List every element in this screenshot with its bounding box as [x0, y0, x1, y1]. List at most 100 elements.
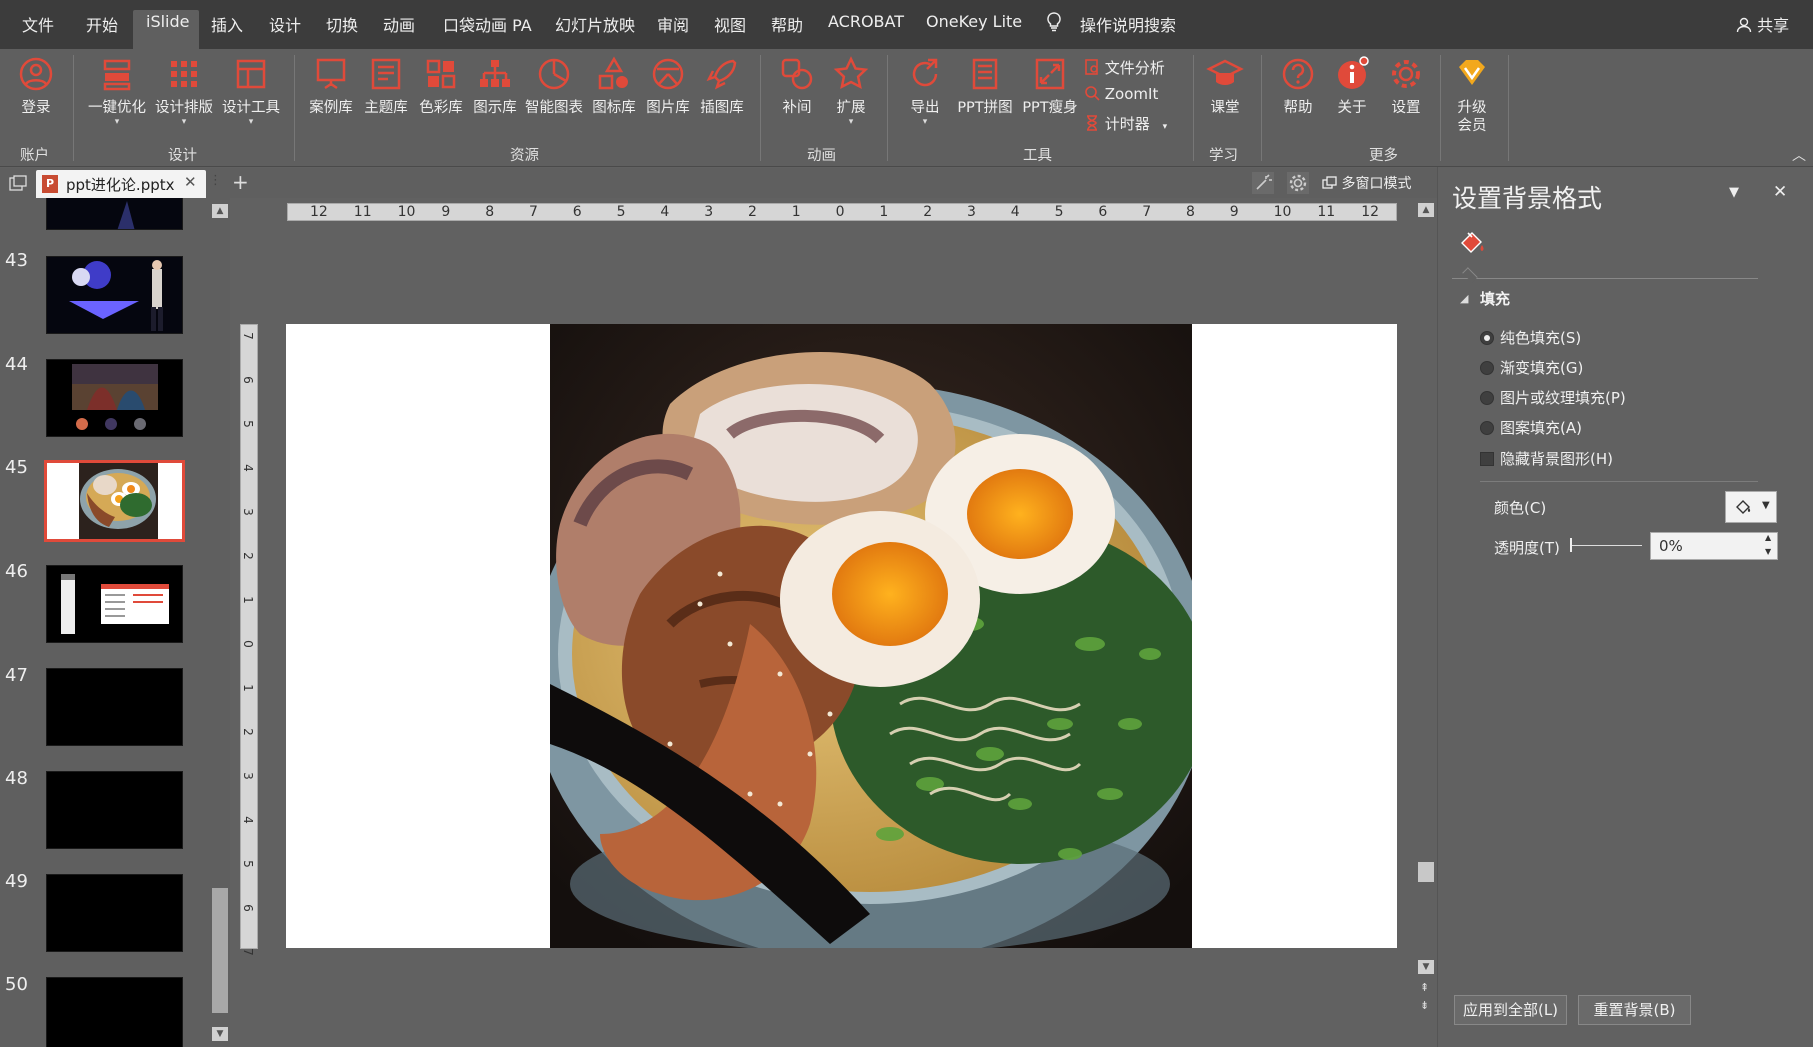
pane-title: 设置背景格式: [1452, 184, 1603, 213]
ppt-collage-button[interactable]: PPT拼图: [953, 55, 1017, 117]
menu-review[interactable]: 审阅: [657, 12, 689, 36]
export-button[interactable]: 导出 ▾: [903, 55, 947, 127]
file-analysis-button[interactable]: 文件分析: [1084, 57, 1165, 78]
reset-background-button[interactable]: 重置背景(B): [1578, 995, 1691, 1025]
menu-pocket-animation[interactable]: 口袋动画 PA: [443, 12, 532, 36]
scroll-down-arrow-icon[interactable]: ▼: [1418, 960, 1434, 974]
menu-home[interactable]: 开始: [86, 12, 118, 36]
menu-islide[interactable]: iSlide: [146, 12, 190, 31]
menu-file[interactable]: 文件: [22, 12, 54, 36]
extend-button[interactable]: 扩展 ▾: [829, 55, 873, 127]
radio-selected[interactable]: [1480, 331, 1494, 345]
menu-help[interactable]: 帮助: [771, 12, 803, 36]
pattern-fill-option[interactable]: 图案填充(A): [1480, 417, 1582, 438]
slide-thumbnail-44[interactable]: [46, 359, 183, 437]
ppt-slim-button[interactable]: PPT瘦身: [1018, 55, 1082, 117]
upgrade-member-button[interactable]: 升级 会员: [1450, 55, 1494, 135]
more-options-icon[interactable]: ⋮: [209, 173, 222, 188]
case-library-button[interactable]: 案例库: [306, 55, 356, 117]
tween-button[interactable]: 补间: [775, 55, 819, 117]
tab-settings-icon[interactable]: [1287, 172, 1309, 194]
help-button[interactable]: 帮助: [1276, 55, 1320, 117]
close-tab-icon[interactable]: ✕: [184, 173, 197, 191]
scroll-up-arrow-icon[interactable]: ▲: [212, 204, 228, 218]
user-circle-icon: [19, 57, 53, 91]
timer-button[interactable]: 计时器 ▾: [1084, 113, 1167, 134]
about-button[interactable]: 关于: [1330, 55, 1374, 117]
apply-to-all-button[interactable]: 应用到全部(L): [1454, 995, 1567, 1025]
fill-bucket-icon[interactable]: [1458, 229, 1486, 257]
menu-design[interactable]: 设计: [269, 12, 301, 36]
ramen-photo[interactable]: [550, 324, 1192, 948]
color-library-button[interactable]: 色彩库: [416, 55, 466, 117]
icon-library-button[interactable]: 图标库: [589, 55, 639, 117]
slide-thumbnail-47[interactable]: [46, 668, 183, 746]
icon-library-label: 图标库: [592, 100, 636, 116]
menu-transitions[interactable]: 切换: [326, 12, 358, 36]
collapse-triangle-icon[interactable]: ◢: [1460, 292, 1468, 305]
menu-view[interactable]: 视图: [714, 12, 746, 36]
radio-button[interactable]: [1480, 361, 1494, 375]
magic-icon[interactable]: [1252, 172, 1274, 194]
image-library-button[interactable]: 图片库: [643, 55, 693, 117]
radio-button[interactable]: [1480, 421, 1494, 435]
checkbox[interactable]: [1480, 452, 1494, 466]
transparency-slider-handle[interactable]: [1570, 538, 1572, 552]
scroll-down-arrow-icon[interactable]: ▼: [212, 1027, 228, 1041]
multi-window-mode-button[interactable]: 多窗口模式: [1322, 173, 1411, 193]
classroom-button[interactable]: 课堂: [1203, 55, 1247, 117]
scrollbar-thumb[interactable]: [212, 888, 228, 1013]
slide-thumbnail-49[interactable]: [46, 874, 183, 952]
hide-background-graphics-option[interactable]: 隐藏背景图形(H): [1480, 448, 1613, 469]
ruler-tick-label: 7: [240, 948, 255, 956]
color-picker-button[interactable]: ▼: [1725, 491, 1777, 523]
thumbnail-scrollbar[interactable]: ▲ ▼: [210, 198, 230, 1047]
slide-thumbnail-46[interactable]: [46, 565, 183, 643]
menu-animations[interactable]: 动画: [383, 12, 415, 36]
design-tools-button[interactable]: 设计工具 ▾: [218, 55, 284, 127]
spinner-down-icon[interactable]: ▼: [1765, 547, 1771, 556]
tab-list-icon[interactable]: [9, 175, 27, 191]
slide-thumbnail-50[interactable]: [46, 977, 183, 1047]
scroll-up-arrow-icon[interactable]: ▲: [1418, 203, 1434, 217]
one-click-optimize-button[interactable]: 一键优化 ▾: [84, 55, 150, 127]
collapse-ribbon-icon[interactable]: ︿: [1792, 145, 1806, 165]
menu-insert[interactable]: 插入: [211, 12, 243, 36]
previous-slide-icon[interactable]: ⇞: [1420, 981, 1429, 994]
fill-section-header[interactable]: 填充: [1480, 288, 1510, 309]
slide-thumbnail-48[interactable]: [46, 771, 183, 849]
editor-scrollbar[interactable]: ▲ ▼ ⇞ ⇟: [1415, 198, 1437, 1047]
pane-options-icon[interactable]: ▼: [1729, 185, 1739, 200]
document-tab[interactable]: P ppt进化论.pptx ✕ ⋮: [36, 170, 222, 198]
spinner-up-icon[interactable]: ▲: [1765, 533, 1771, 542]
picture-fill-option[interactable]: 图片或纹理填充(P): [1480, 387, 1626, 408]
radio-button[interactable]: [1480, 391, 1494, 405]
add-tab-button[interactable]: +: [232, 170, 249, 194]
next-slide-icon[interactable]: ⇟: [1420, 999, 1429, 1012]
scrollbar-thumb[interactable]: [1418, 862, 1434, 882]
slide-canvas[interactable]: [286, 324, 1397, 948]
search-tell-me[interactable]: 操作说明搜索: [1080, 12, 1176, 36]
share-button[interactable]: 共享: [1736, 12, 1789, 36]
design-layout-button[interactable]: 设计排版 ▾: [151, 55, 217, 127]
settings-button[interactable]: 设置: [1384, 55, 1428, 117]
slide-number: 43: [5, 250, 28, 271]
gradient-fill-option[interactable]: 渐变填充(G): [1480, 357, 1583, 378]
menu-acrobat[interactable]: ACROBAT: [828, 12, 904, 31]
slide-thumbnail-45-selected[interactable]: [44, 460, 185, 542]
illustration-library-button[interactable]: 插图库: [697, 55, 747, 117]
menu-slideshow[interactable]: 幻灯片放映: [555, 12, 635, 36]
close-pane-icon[interactable]: ✕: [1773, 182, 1787, 202]
ruler-tick-label: 5: [1054, 204, 1064, 220]
slide-thumbnail-42[interactable]: [46, 198, 183, 230]
diagram-library-button[interactable]: 图示库: [470, 55, 520, 117]
slide-thumbnail-43[interactable]: [46, 256, 183, 334]
solid-fill-option[interactable]: 纯色填充(S): [1480, 327, 1581, 348]
smart-chart-button[interactable]: 智能图表: [522, 55, 586, 117]
transparency-slider-track[interactable]: [1570, 545, 1642, 546]
transparency-input[interactable]: 0% ▲ ▼: [1650, 532, 1778, 560]
login-button[interactable]: 登录: [15, 55, 57, 117]
menu-onekey[interactable]: OneKey Lite: [926, 12, 1022, 31]
zoomit-button[interactable]: ZoomIt: [1084, 85, 1158, 103]
theme-library-button[interactable]: 主题库: [361, 55, 411, 117]
